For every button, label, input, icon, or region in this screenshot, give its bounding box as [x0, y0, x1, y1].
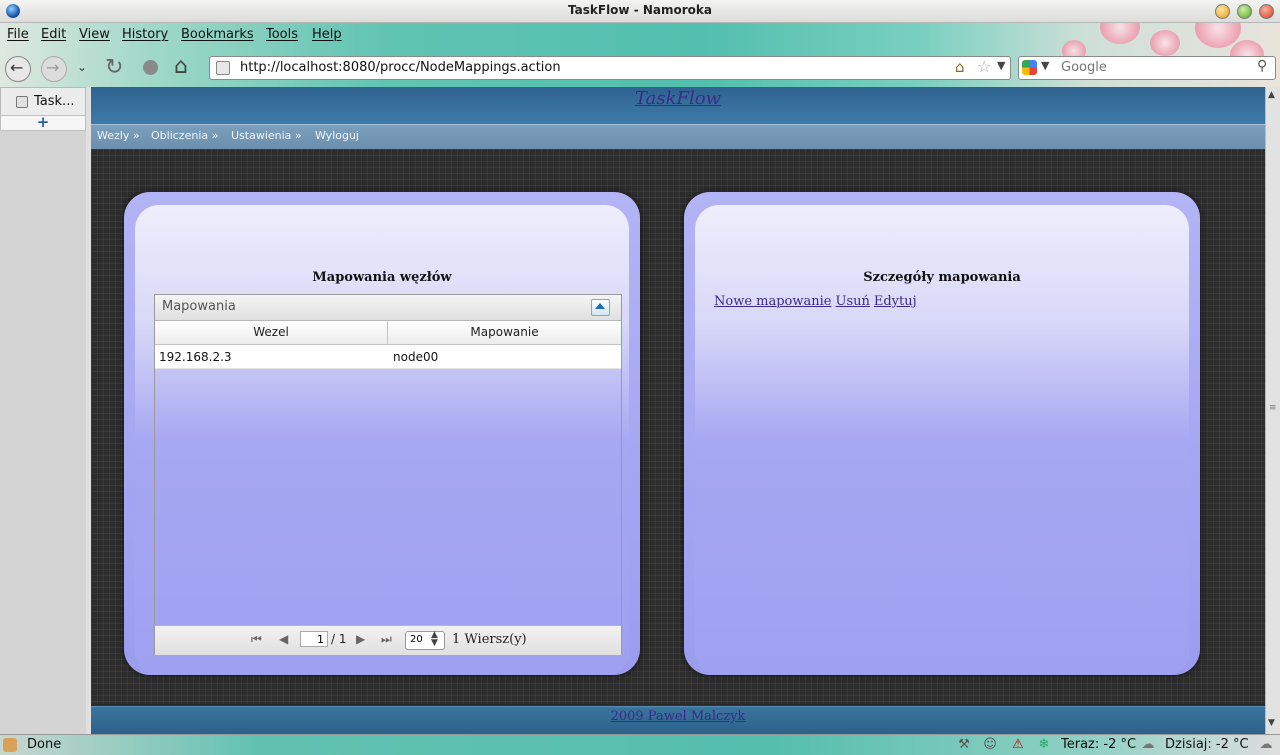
page-count: / 1: [331, 632, 347, 646]
stop-button[interactable]: [139, 56, 163, 80]
cloud-icon: ☁: [1141, 737, 1155, 752]
address-bar[interactable]: http://localhost:8080/procc/NodeMappings…: [209, 56, 1011, 80]
cell-mapowanie: node00: [393, 350, 439, 364]
page-size-value: 20: [410, 634, 423, 645]
last-page-icon[interactable]: ⏭: [381, 632, 392, 647]
home-button[interactable]: [173, 54, 197, 80]
site-title-link[interactable]: TaskFlow: [91, 88, 1265, 109]
back-button[interactable]: [5, 56, 31, 82]
search-input[interactable]: [1061, 60, 1251, 75]
grid-caption: Mapowania: [162, 299, 236, 314]
page-number-input[interactable]: [300, 631, 328, 647]
site-header: TaskFlow: [91, 87, 1265, 124]
site-footer: 2009 Pawel Malczyk: [91, 706, 1265, 734]
cell-wezel: 192.168.2.3: [159, 350, 232, 364]
search-engine-icon[interactable]: [1022, 60, 1037, 75]
mappings-grid: Mapowania Wezel Mapowanie 192.168.2.3 no…: [154, 294, 622, 655]
nav-wezly[interactable]: Wezly »: [97, 129, 140, 142]
page-content: TaskFlow Wezly » Obliczenia » Ustawienia…: [91, 87, 1265, 734]
warning-icon[interactable]: ⚠: [1010, 737, 1026, 753]
nav-wyloguj[interactable]: Wyloguj: [315, 129, 359, 142]
weather-today[interactable]: Dzisiaj: -2 °C: [1165, 737, 1249, 752]
menu-edit[interactable]: Edit: [41, 27, 66, 42]
nav-obliczenia[interactable]: Obliczenia »: [151, 129, 218, 142]
tab-label: Task...: [34, 94, 75, 109]
url-text[interactable]: http://localhost:8080/procc/NodeMappings…: [240, 60, 561, 75]
site-favicon-icon: [216, 61, 230, 75]
reload-button[interactable]: [103, 55, 127, 80]
menu-bookmarks[interactable]: Bookmarks: [181, 27, 254, 42]
site-nav: Wezly » Obliczenia » Ustawienia » Wylogu…: [91, 124, 1265, 149]
row-count-info: 1 Wiersz(y): [452, 632, 527, 647]
search-icon[interactable]: ⚲: [1257, 58, 1267, 74]
title-bar: TaskFlow - Namoroka: [0, 0, 1280, 23]
prev-page-icon[interactable]: ◀: [279, 632, 288, 646]
footer-link[interactable]: 2009 Pawel Malczyk: [91, 709, 1265, 724]
status-icon: [3, 738, 17, 752]
collapse-grid-button[interactable]: [591, 299, 610, 316]
addon-face-icon[interactable]: ☺: [982, 737, 998, 753]
scroll-down-icon[interactable]: ▼: [1268, 718, 1275, 728]
mappings-panel: Mapowania węzłów Mapowania Wezel Mapowan…: [124, 192, 640, 675]
nav-ustawienia[interactable]: Ustawienia »: [231, 129, 302, 142]
first-page-icon[interactable]: ⏮: [251, 632, 262, 647]
scroll-up-icon[interactable]: ▲: [1268, 90, 1275, 100]
menu-history[interactable]: History: [122, 27, 168, 42]
next-page-icon[interactable]: ▶: [356, 632, 365, 646]
details-panel-title: Szczegóły mapowania: [863, 270, 1021, 285]
browser-chrome: TaskFlow - Namoroka File Edit View Histo…: [0, 0, 1280, 87]
menu-tools[interactable]: Tools: [266, 27, 298, 42]
network-icon[interactable]: ❄: [1036, 737, 1052, 753]
page-size-select[interactable]: 20 ▲ ▼: [405, 631, 445, 650]
close-button[interactable]: [1259, 4, 1274, 19]
scroll-grip-icon[interactable]: ≡: [1269, 403, 1277, 413]
bookmark-star-icon[interactable]: ☆: [977, 57, 991, 76]
minimize-button[interactable]: [1215, 4, 1230, 19]
menu-view[interactable]: View: [79, 27, 110, 42]
maximize-button[interactable]: [1237, 4, 1252, 19]
menu-help[interactable]: Help: [312, 27, 342, 42]
menu-file[interactable]: File: [7, 27, 29, 42]
grid-column-headers: Wezel Mapowanie: [155, 321, 621, 345]
tab-favicon-icon: [16, 96, 28, 108]
vertical-scrollbar[interactable]: ▲ ≡ ▼: [1265, 87, 1280, 734]
addon-icon[interactable]: ⚒: [956, 737, 972, 753]
edit-link[interactable]: Edytuj: [874, 294, 917, 309]
history-dropdown-icon[interactable]: ⌄: [77, 60, 87, 74]
cloud-icon: ☁: [1259, 737, 1273, 752]
grid-caption-bar: Mapowania: [155, 295, 621, 321]
search-engine-dropdown-icon[interactable]: ▼: [1041, 59, 1049, 72]
grid-pager: ⏮ ◀ / 1 ▶ ⏭ 20 ▲▼ 1 Wiersz(y): [155, 625, 621, 655]
spinner-arrows-icon: ▲ ▼: [431, 630, 438, 648]
new-tab-button[interactable]: +: [0, 115, 86, 131]
mappings-panel-title: Mapowania węzłów: [312, 270, 452, 285]
column-header-mapowanie[interactable]: Mapowanie: [388, 321, 621, 344]
weather-now[interactable]: Teraz: -2 °C: [1061, 737, 1136, 752]
table-row[interactable]: 192.168.2.3 node00: [155, 345, 621, 369]
forward-button[interactable]: [41, 56, 67, 82]
tab-sidebar: Task... +: [0, 87, 87, 734]
status-text: Done: [27, 737, 62, 752]
column-header-wezel[interactable]: Wezel: [155, 321, 388, 344]
home-page-icon[interactable]: ⌂: [955, 58, 965, 76]
window-title: TaskFlow - Namoroka: [568, 3, 712, 17]
status-bar: Done ⚒ ☺ ⚠ ❄ Teraz: -2 °C ☁ Dzisiaj: -2 …: [0, 734, 1280, 755]
detail-actions: Nowe mapowanie Usuń Edytuj: [714, 294, 921, 309]
url-dropdown-icon[interactable]: ▼: [997, 59, 1005, 72]
tab-taskflow[interactable]: Task...: [0, 87, 86, 116]
new-mapping-link[interactable]: Nowe mapowanie: [714, 294, 831, 309]
delete-link[interactable]: Usuń: [835, 294, 869, 309]
search-bar[interactable]: ▼ ⚲: [1018, 56, 1276, 80]
mapping-details-panel: Szczegóły mapowania Nowe mapowanie Usuń Ed…: [684, 192, 1200, 675]
